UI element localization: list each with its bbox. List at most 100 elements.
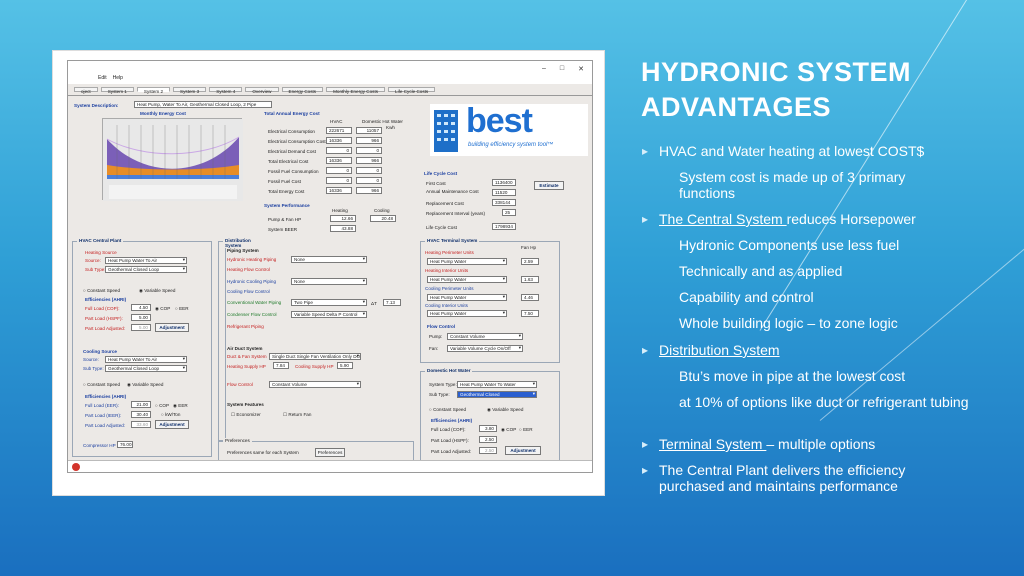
tab-system-2[interactable]: System 2 (136, 87, 171, 94)
dhw-sub-type-select[interactable]: Geothermal Closed (457, 391, 537, 398)
hp-units-select[interactable]: Heat Pump Water (427, 258, 507, 265)
bullet-item: Terminal System – multiple options (642, 436, 875, 452)
constant-speed-radio[interactable]: ○ Constant Speed (83, 288, 120, 293)
tab-system-3[interactable]: System 3 (173, 87, 207, 94)
maximize-icon[interactable]: □ (560, 65, 564, 72)
eer-radio[interactable]: ○ EER (175, 306, 189, 311)
c-cop-radio[interactable]: ○ COP (155, 403, 169, 408)
app-taskbar-icon[interactable] (72, 463, 80, 471)
duct-system-select[interactable]: Single Duct Single Fan Ventilation Only … (269, 353, 361, 360)
hyd-cool-select[interactable]: None (291, 278, 367, 285)
hyd-heat-select[interactable]: None (291, 256, 367, 263)
c-full-load-input[interactable]: 21.00 (131, 401, 151, 408)
c-subtype-label: Sub Type: (83, 366, 104, 371)
tab-system-1[interactable]: System 1 (100, 87, 134, 94)
eer-label: EER (179, 306, 189, 311)
delta-input[interactable]: 7.13 (383, 299, 401, 306)
tab-monthly-energy-costs[interactable]: Monthly Energy Costs (326, 87, 386, 94)
cop-label: COP (160, 306, 171, 311)
heating-source-select[interactable]: Heat Pump Water To Air (105, 257, 187, 264)
tae-hvac-value: 0 (326, 177, 352, 184)
tab-project[interactable]: oject (74, 87, 98, 94)
plant-title: HVAC Central Plant (77, 238, 124, 243)
tae-hvac-value: 0 (326, 167, 352, 174)
sub-bullet-item: Whole building logic – to zone logic (679, 315, 898, 331)
perf-title: System Performance (264, 203, 310, 208)
pump-select[interactable]: Constant Volume (447, 333, 523, 340)
bullet-rest-text: reduces Horsepower (786, 211, 916, 227)
flow-control-select[interactable]: Constant Volume (269, 381, 361, 388)
perf-col-heating: Heating (332, 208, 348, 213)
conv-water-select[interactable]: Two Pipe (291, 299, 367, 306)
cop-radio[interactable]: ◉ COP (155, 306, 170, 312)
sub-bullet-item: Hydronic Components use less fuel (679, 237, 900, 253)
hi-units-label: Heating Interior Units (425, 268, 469, 273)
c-constant-speed-radio[interactable]: ○ Constant Speed (83, 382, 120, 387)
features-label: System Features (227, 402, 264, 407)
cp-units-select[interactable]: Heat Pump Water (427, 294, 507, 301)
estimate-button[interactable]: Estimate (534, 181, 564, 190)
tae-row-label: Total Electrical Cost (268, 159, 309, 164)
tae-dhw-value: 11057 (356, 127, 382, 134)
prefs-same-label: Preferences same for each System (227, 450, 299, 455)
return-fan-checkbox[interactable]: ☐ Return Fan (283, 412, 311, 418)
menu-edit[interactable]: Edit (98, 75, 107, 84)
minimize-icon[interactable]: – (542, 65, 546, 72)
dhw-fl-input[interactable]: 3.80 (479, 425, 497, 432)
bullet-item: HVAC and Water heating at lowest COST$ (642, 143, 924, 159)
c-eer-radio[interactable]: ◉ EER (173, 403, 188, 409)
dhw-pl-input[interactable]: 2.50 (479, 436, 497, 443)
ci-units-select[interactable]: Heat Pump Water (427, 310, 507, 317)
c-adjustment-button[interactable]: Adjustment (155, 420, 189, 429)
tab-overview[interactable]: Overview (245, 87, 279, 94)
dhw-adjustment-button[interactable]: Adjustment (505, 446, 541, 455)
menu-help[interactable]: Help (113, 75, 123, 84)
c-efficiencies-label: Efficiencies (AHRI) (85, 394, 127, 399)
series-area (107, 175, 239, 179)
lcc-label: Annual Maintenance Cost (426, 189, 479, 194)
tae-title: Total Annual Energy Cost (264, 111, 320, 116)
fan-label: Fan: (429, 346, 439, 351)
kw-ton-radio[interactable]: ○ kW/Ton (161, 412, 180, 417)
cooling-source-select[interactable]: Heat Pump Water To Air (105, 356, 187, 363)
cp-units-fan-hp: 4.46 (521, 294, 539, 301)
efficiencies-label: Efficiencies (AHRI) (85, 297, 127, 302)
logo-word: best (466, 102, 533, 140)
full-load-input[interactable]: 4.50 (131, 304, 151, 311)
part-load-label: Part Load (HSPF): (85, 316, 123, 321)
dhw-cop-radio[interactable]: ◉ COP (501, 427, 516, 433)
bullet-underlined-text: Terminal System (659, 436, 767, 452)
c-variable-speed-radio[interactable]: ◉ Variable Speed (127, 382, 163, 388)
part-load-input[interactable]: 5.00 (131, 314, 151, 321)
hi-units-select[interactable]: Heat Pump Water (427, 276, 507, 283)
lcc-value[interactable]: 25 (502, 209, 516, 216)
dhw-const-radio[interactable]: ○ Constant Speed (429, 407, 466, 412)
cool-flow-label: Cooling Flow Control (227, 289, 270, 294)
c-eer-label: EER (178, 403, 188, 408)
tab-life-cycle-costs[interactable]: Life Cycle Costs (388, 87, 436, 94)
economizer-checkbox[interactable]: ☐ Economizer (231, 412, 261, 418)
tab-system-4[interactable]: System 4 (209, 87, 243, 94)
c-part-load-input[interactable]: 30.40 (131, 411, 151, 418)
dhw-var-radio[interactable]: ◉ Variable Speed (487, 407, 523, 413)
system-description-field[interactable]: Heat Pump, Water To Air, Geothermal Clos… (134, 101, 272, 108)
dhw-sys-type-label: System Type: (429, 382, 457, 387)
bullet-item: Distribution System (642, 342, 780, 358)
tab-energy-costs[interactable]: Energy Costs (281, 87, 324, 94)
cond-flow-select[interactable]: Variable Speed Delta P Control (291, 311, 367, 318)
fan-select[interactable]: Variable Volume Cycle On/Off (447, 345, 523, 352)
variable-speed-radio[interactable]: ◉ Variable Speed (139, 288, 175, 294)
cooling-subtype-select[interactable]: Geothermal Closed Loop (105, 365, 187, 372)
lcc-title: Life Cycle Cost (424, 171, 458, 176)
dhw-eer-radio[interactable]: ○ EER (519, 427, 533, 432)
heating-subtype-select[interactable]: Geothermal Closed Loop (105, 266, 187, 273)
preferences-button[interactable]: Preferences (315, 448, 345, 457)
tae-row-label: Fossil Fuel Cost (268, 179, 301, 184)
sub-bullet-item: Btu’s move in pipe at the lowest cost (679, 368, 906, 384)
dhw-sys-type-select[interactable]: Heat Pump Water To Water (457, 381, 537, 388)
close-icon[interactable]: ✕ (578, 65, 584, 73)
c-part-load-label: Part Load (IEER): (85, 413, 122, 418)
sub-bullet-item: Technically and as applied (679, 263, 843, 279)
adjustment-button[interactable]: Adjustment (155, 323, 189, 332)
tae-row-label: Electrical Consumption (268, 129, 315, 134)
